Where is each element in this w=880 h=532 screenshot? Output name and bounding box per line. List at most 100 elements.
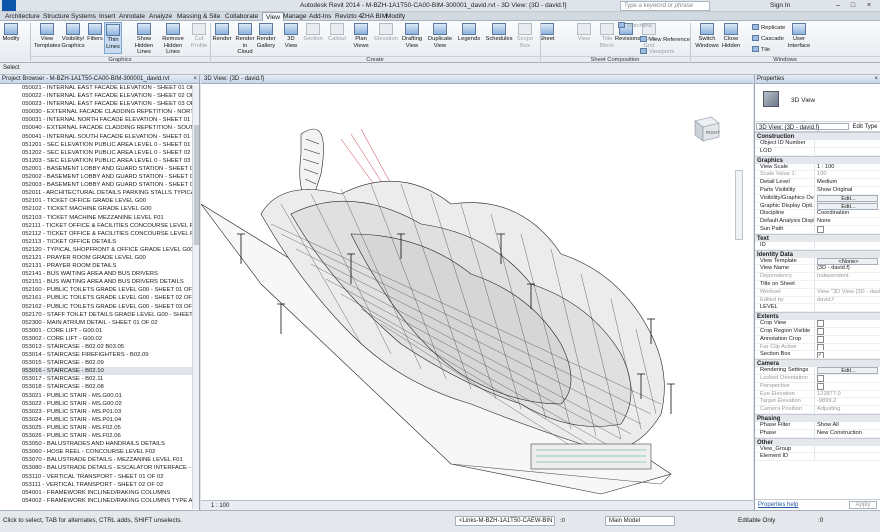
sheet-item[interactable]: 051203 - SEC ELEVATION PUBLIC AREA LEVEL… bbox=[22, 157, 199, 165]
3d-view-button[interactable]: 3D View bbox=[281, 22, 301, 54]
section-construction[interactable]: Construction bbox=[755, 132, 880, 140]
cascade-button[interactable]: Cascade bbox=[752, 35, 784, 43]
tab-systems[interactable]: Systems bbox=[68, 12, 99, 21]
sheet-item[interactable]: 053016 - STAIRCASE - B02.10 bbox=[22, 367, 199, 376]
close-hidden-button[interactable]: Close Hidden bbox=[720, 22, 742, 54]
section-phasing[interactable]: Phasing bbox=[755, 413, 880, 422]
property-value[interactable] bbox=[815, 336, 880, 343]
property-value[interactable]: Edit... bbox=[817, 367, 878, 375]
property-value[interactable]: Edit... bbox=[817, 194, 878, 202]
sheet-item[interactable]: 050031 - INTERNAL NORTH FACADE ELEVATION… bbox=[22, 116, 199, 124]
sheet-item[interactable]: 053070 - BALUSTRADE DETAILS - MEZZANINE … bbox=[22, 456, 199, 464]
view-reference-button[interactable]: View Reference bbox=[640, 36, 690, 44]
tab-architecture[interactable]: Architecture bbox=[2, 12, 43, 21]
view-button[interactable]: View bbox=[574, 22, 594, 54]
render-in-cloud-button[interactable]: Render in Cloud bbox=[235, 22, 255, 55]
sheet-item[interactable]: 053023 - PUBLIC STAIR - MS.P01.03 bbox=[22, 408, 199, 416]
property-value[interactable]: <None> bbox=[817, 257, 878, 265]
thin-lines-button[interactable]: Thin Lines bbox=[104, 22, 122, 54]
property-value[interactable]: Medium bbox=[815, 179, 880, 186]
plan-views-button[interactable]: Plan Views bbox=[350, 22, 372, 54]
sheet-item[interactable]: 052300 - MAIN ATRIUM DETAIL - SHEET 01 O… bbox=[22, 319, 199, 327]
sheet-item[interactable]: 053025 - PUBLIC STAIR - MS.F02.05 bbox=[22, 424, 199, 432]
property-value[interactable]: Show All bbox=[815, 422, 880, 429]
property-value[interactable] bbox=[815, 383, 880, 390]
section-graphics[interactable]: Graphics bbox=[755, 155, 880, 164]
close-icon[interactable]: × bbox=[863, 1, 875, 10]
section-extents[interactable]: Extents bbox=[755, 312, 880, 321]
sheet-item[interactable]: 053001 - CORE LIFT - G00.01 bbox=[22, 327, 199, 335]
property-value[interactable]: View "3D View {3D - davi bbox=[815, 289, 880, 296]
sheet-item[interactable]: 054002 - FRAMEWORK INCLINED/RAKING COLUM… bbox=[22, 497, 199, 505]
sheet-item[interactable]: 052151 - BUS WAITING AREA AND BUS DRIVER… bbox=[22, 278, 199, 286]
sheet-item[interactable]: 050023 - INTERNAL EAST FACADE ELEVATION … bbox=[22, 100, 199, 108]
sheet-item[interactable]: 052003 - BASEMENT LOBBY AND GUARD STATIO… bbox=[22, 181, 199, 189]
tab-analyze[interactable]: Analyze bbox=[146, 12, 175, 21]
sheet-item[interactable]: 053060 - HOSE REEL - CONCOURSE LEVEL F02 bbox=[22, 448, 199, 456]
sheet-item[interactable]: 052113 - TICKET OFFICE DETAILS bbox=[22, 238, 199, 246]
legends-button[interactable]: Legends bbox=[457, 22, 481, 54]
sheet-item[interactable]: 052103 - TICKET MACHINE MEZZANINE LEVEL … bbox=[22, 214, 199, 222]
property-value[interactable] bbox=[815, 242, 880, 249]
sheet-item[interactable]: 052121 - PRAYER ROOM GRADE LEVEL G00 bbox=[22, 254, 199, 262]
property-value[interactable]: david.f bbox=[815, 297, 880, 304]
visibility-graphics-button[interactable]: Visibility/ Graphics bbox=[60, 22, 86, 54]
property-value[interactable]: None bbox=[815, 218, 880, 225]
edit-type-button[interactable]: Edit Type bbox=[850, 122, 880, 131]
view-cube-icon[interactable]: RIGHT bbox=[687, 115, 721, 143]
search-input[interactable]: Type a keyword or phrase bbox=[620, 1, 710, 11]
property-value[interactable]: Adjusting bbox=[815, 406, 880, 413]
sheet-item[interactable]: 052001 - BASEMENT LOBBY AND GUARD STATIO… bbox=[22, 165, 199, 173]
sheet-item[interactable]: 051202 - SEC ELEVATION PUBLIC AREA LEVEL… bbox=[22, 149, 199, 157]
matchline-button[interactable]: Matchline bbox=[618, 22, 652, 30]
property-value[interactable]: {3D - david.f} bbox=[815, 265, 880, 272]
view-scale[interactable]: 1 : 100 bbox=[211, 503, 229, 509]
user-interface-button[interactable]: User Interface bbox=[786, 22, 812, 54]
property-value[interactable]: New Construction bbox=[815, 430, 880, 437]
sheet-item[interactable]: 053017 - STAIRCASE - B02.11 bbox=[22, 375, 199, 383]
property-value[interactable]: Edit... bbox=[817, 202, 878, 210]
section-other[interactable]: Other bbox=[755, 437, 880, 446]
modify-button[interactable]: Modify bbox=[2, 22, 20, 54]
render-gallery-button[interactable]: Render Gallery bbox=[255, 22, 277, 54]
property-value[interactable]: Show Original bbox=[815, 187, 880, 194]
property-value[interactable] bbox=[815, 351, 880, 358]
sheet-item[interactable]: 052162 - PUBLIC TOILETS GRADE LEVEL G00 … bbox=[22, 303, 199, 311]
3d-viewport[interactable]: 3D View: {3D - david.f} RIGHT 1 : 100 bbox=[201, 75, 753, 510]
scrollbar-thumb[interactable] bbox=[194, 125, 199, 245]
sheet-item[interactable]: 052161 - PUBLIC TOILETS GRADE LEVEL G00 … bbox=[22, 294, 199, 302]
property-value[interactable]: 122877.0 bbox=[815, 391, 880, 398]
sheet-item[interactable]: 050030 - EXTERNAL FACADE CLADDING REPETI… bbox=[22, 108, 199, 116]
property-value[interactable] bbox=[815, 281, 880, 288]
property-value[interactable]: -9899.2 bbox=[815, 398, 880, 405]
sheet-item[interactable]: 053024 - PUBLIC STAIR - MS.P01.04 bbox=[22, 416, 199, 424]
active-workset-dropdown[interactable]: <Links-M-BZH-1A1T50-CAEW-BIN bbox=[455, 516, 555, 526]
property-value[interactable] bbox=[815, 328, 880, 335]
remove-hidden-lines-button[interactable]: Remove Hidden Lines bbox=[158, 22, 188, 55]
sheet-item[interactable]: 053080 - BALUSTRADE DETAILS - ESCALATOR … bbox=[22, 464, 199, 472]
sheet-item[interactable]: 050040 - EXTERNAL FACADE CLADDING REPETI… bbox=[22, 124, 199, 132]
sheet-item[interactable]: 052141 - BUS WAITING AREA AND BUS DRIVER… bbox=[22, 270, 199, 278]
sheet-item[interactable]: 053014 - STAIRCASE FIREFIGHTERS - B02.09 bbox=[22, 351, 199, 359]
sheet-item[interactable]: 053013 - STAIRCASE - B02.02 B03.05 bbox=[22, 343, 199, 351]
tab-annotate[interactable]: Annotate bbox=[116, 12, 148, 21]
property-value[interactable]: 100 bbox=[815, 171, 880, 178]
property-value[interactable] bbox=[815, 140, 880, 147]
sheet-item[interactable]: 052101 - TICKET OFFICE GRADE LEVEL G00 bbox=[22, 197, 199, 205]
tab-add-ins[interactable]: Add-Ins bbox=[306, 12, 334, 21]
sheet-item[interactable]: 052120 - TYPICAL SHOPFRONT & OFFICE GRAD… bbox=[22, 246, 199, 254]
sheet-item[interactable]: 052111 - TICKET OFFICE & FACILITIES CONC… bbox=[22, 222, 199, 230]
properties-help-link[interactable]: Properties help bbox=[758, 502, 798, 508]
view-templates-button[interactable]: View Templates bbox=[34, 22, 60, 54]
sheet-item[interactable]: 053002 - CORE LIFT - G00.02 bbox=[22, 335, 199, 343]
sheet-item[interactable]: 053110 - VERTICAL TRANSPORT - SHEET 01 O… bbox=[22, 473, 199, 481]
sheet-item[interactable]: 053050 - BALUSTRADES AND HANDRAILS DETAI… bbox=[22, 440, 199, 448]
tab-modify[interactable]: Modify bbox=[383, 12, 408, 21]
sheet-item[interactable]: 054001 - FRAMEWORK INCLINED/RAKING COLUM… bbox=[22, 489, 199, 497]
sheet-item[interactable]: 053026 - PUBLIC STAIR - MS.F02.06 bbox=[22, 432, 199, 440]
instance-dropdown[interactable]: 3D View: {3D - david.f} bbox=[756, 123, 849, 131]
title-block-button[interactable]: Title Block bbox=[598, 22, 616, 54]
render-button[interactable]: Render bbox=[211, 22, 233, 54]
type-selector[interactable]: 3D View bbox=[755, 84, 880, 122]
replicate-button[interactable]: Replicate bbox=[752, 24, 785, 32]
